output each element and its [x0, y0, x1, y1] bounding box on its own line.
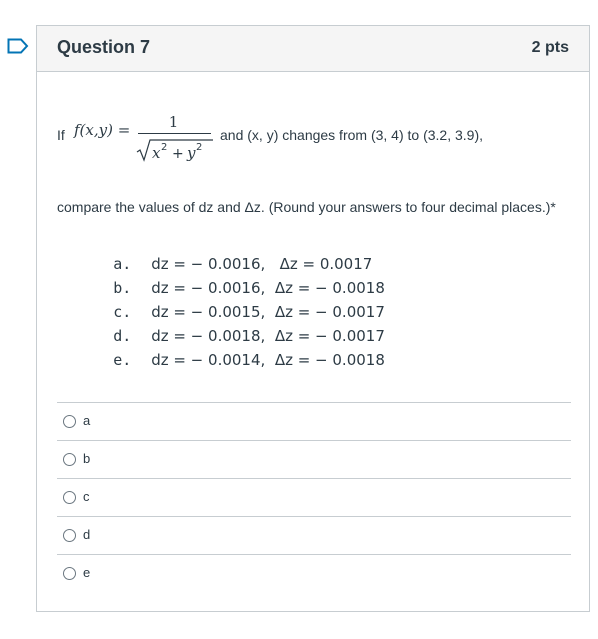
radio-button-icon[interactable]	[63, 529, 76, 542]
answer-option-d[interactable]: d	[57, 516, 571, 554]
radio-button-icon[interactable]	[63, 567, 76, 580]
function-name: f(x,y) =	[74, 121, 131, 139]
answer-label[interactable]: d	[83, 527, 90, 542]
fraction-denominator-sqrt: x 2 + y 2	[136, 139, 213, 162]
choices-list: a. dz = − 0.0016, Δz = 0.0017 b. dz = − 0.…	[59, 228, 385, 369]
answer-option-a[interactable]: a	[57, 402, 571, 440]
choice-row: b. dz = − 0.0016, Δz = − 0.0018	[59, 252, 385, 297]
svg-text:+: +	[172, 146, 184, 162]
question-prompt: compare the values of dz and Δz. (Round …	[57, 199, 556, 215]
svg-text:2: 2	[161, 142, 167, 153]
answer-option-e[interactable]: e	[57, 554, 571, 592]
svg-text:x: x	[152, 144, 161, 162]
radio-button-icon[interactable]	[63, 453, 76, 466]
question-formula-line: If f(x,y) = 1 x 2 + y 2 and (x, y) chang…	[57, 113, 577, 167]
question-header: Question 7 2 pts	[37, 26, 589, 72]
question-title: Question 7	[57, 37, 151, 57]
choice-expression: dz = − 0.0014, Δz = − 0.0018	[151, 351, 385, 369]
answer-label[interactable]: c	[83, 489, 90, 504]
question-points: 2 pts	[531, 39, 569, 56]
choice-row: e. dz = − 0.0014, Δz = − 0.0018	[59, 324, 385, 369]
svg-text:2: 2	[196, 142, 202, 153]
flag-question-icon[interactable]	[7, 38, 29, 54]
fraction-bar	[138, 133, 211, 134]
radio-button-icon[interactable]	[63, 415, 76, 428]
answer-label[interactable]: a	[83, 413, 90, 428]
answer-option-b[interactable]: b	[57, 440, 571, 478]
radio-button-icon[interactable]	[63, 491, 76, 504]
question-condition: and (x, y) changes from (3, 4) to (3.2, …	[220, 127, 483, 143]
answer-options: a b c d e	[57, 402, 571, 592]
answer-label[interactable]: e	[83, 565, 90, 580]
fraction-numerator: 1	[168, 113, 179, 131]
svg-text:y: y	[186, 144, 196, 162]
answer-label[interactable]: b	[83, 451, 90, 466]
fraction: 1 x 2 + y 2	[136, 113, 213, 167]
question-card: Question 7 2 pts If f(x,y) = 1 x 2 + y 2…	[36, 25, 590, 612]
answer-option-c[interactable]: c	[57, 478, 571, 516]
choice-row: a. dz = − 0.0016, Δz = 0.0017	[59, 228, 385, 273]
choice-letter: e.	[113, 351, 132, 369]
choice-row: c. dz = − 0.0015, Δz = − 0.0017	[59, 276, 385, 321]
choice-row: d. dz = − 0.0018, Δz = − 0.0017	[59, 300, 385, 345]
if-text: If	[57, 127, 65, 143]
